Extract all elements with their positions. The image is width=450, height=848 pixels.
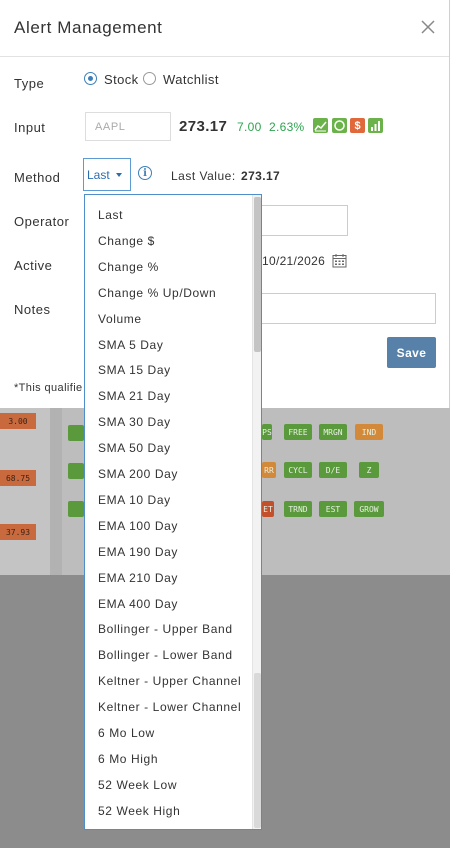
dropdown-option[interactable]: SMA 15 Day xyxy=(98,363,171,377)
background-badge: D/E xyxy=(319,462,347,478)
method-label: Method xyxy=(14,170,61,185)
dropdown-option[interactable]: EMA 210 Day xyxy=(98,571,178,585)
footnote: *This qualifie xyxy=(14,382,83,394)
background-badge: EST xyxy=(319,501,347,517)
dropdown-option[interactable]: EMA 190 Day xyxy=(98,545,178,559)
type-label: Type xyxy=(14,76,45,91)
dropdown-option[interactable]: SMA 21 Day xyxy=(98,389,171,403)
dropdown-option[interactable]: Bollinger - Lower Band xyxy=(98,648,233,662)
modal-title: Alert Management xyxy=(14,18,163,37)
background-divider xyxy=(50,385,62,575)
dropdown-option[interactable]: SMA 5 Day xyxy=(98,338,163,352)
dropdown-option[interactable]: 52 Week High xyxy=(98,804,180,818)
background-badge: ET xyxy=(262,501,274,517)
modal-header: Alert Management xyxy=(0,0,449,57)
dropdown-option[interactable]: Keltner - Lower Channel xyxy=(98,700,241,714)
background-price: 3.00 xyxy=(0,413,36,429)
dropdown-scrollbar-thumb[interactable] xyxy=(254,197,261,352)
dropdown-option[interactable]: EMA 400 Day xyxy=(98,597,178,611)
dropdown-option[interactable]: EMA 10 Day xyxy=(98,493,171,507)
dropdown-option[interactable]: Change $ xyxy=(98,234,155,248)
operator-label: Operator xyxy=(14,214,70,229)
notes-input[interactable] xyxy=(250,293,436,324)
input-label: Input xyxy=(14,120,46,135)
dropdown-scrollbar[interactable] xyxy=(252,195,261,829)
notes-label: Notes xyxy=(14,302,51,317)
watchlist-radio[interactable] xyxy=(143,72,156,85)
method-dropdown[interactable]: Last Change $ Change % Change % Up/Down Volu… xyxy=(84,194,262,830)
background-badge: Z xyxy=(359,462,379,478)
dollar-icon[interactable]: $ xyxy=(350,118,365,133)
method-select[interactable]: Last xyxy=(83,158,131,191)
method-select-value: Last xyxy=(87,167,110,182)
background-badge: TRND xyxy=(284,501,312,517)
active-label: Active xyxy=(14,258,53,273)
dropdown-option[interactable]: 6 Mo High xyxy=(98,752,158,766)
dropdown-option[interactable]: 52 Week Low xyxy=(98,778,177,792)
background-badge: IND xyxy=(355,424,383,440)
dropdown-option[interactable]: Change % xyxy=(98,260,159,274)
background-badge: GROW xyxy=(354,501,384,517)
bars-icon[interactable] xyxy=(368,118,383,133)
background-badge xyxy=(68,501,84,517)
last-value-label: Last Value: xyxy=(171,169,236,183)
background-price: 68.75 xyxy=(0,470,36,486)
dropdown-option[interactable]: SMA 50 Day xyxy=(98,441,171,455)
background-badge: CYCL xyxy=(284,462,312,478)
dropdown-option[interactable]: 6 Mo Low xyxy=(98,726,155,740)
background-badge: FREE xyxy=(284,424,312,440)
dropdown-option[interactable]: EMA 100 Day xyxy=(98,519,178,533)
background-badge: RR xyxy=(262,462,276,478)
background-badge xyxy=(68,463,84,479)
dropdown-option[interactable]: Volume xyxy=(98,312,142,326)
dropdown-scrollbar-thumb[interactable] xyxy=(254,673,261,828)
operator-value-input[interactable] xyxy=(250,205,348,236)
chevron-down-icon xyxy=(115,172,122,177)
symbol-input[interactable]: AAPL xyxy=(85,112,171,141)
background-badge xyxy=(68,425,84,441)
dropdown-option[interactable]: Last xyxy=(98,208,123,222)
dropdown-option[interactable]: Bollinger - Upper Band xyxy=(98,622,233,636)
price-change-percent: 2.63% xyxy=(269,120,305,134)
save-button[interactable]: Save xyxy=(387,337,436,368)
last-value: 273.17 xyxy=(241,169,281,183)
background-price: 37.93 xyxy=(0,524,36,540)
stock-radio[interactable] xyxy=(84,72,97,85)
last-price: 273.17 xyxy=(179,118,228,135)
chart-icon[interactable] xyxy=(313,118,328,133)
calendar-icon[interactable] xyxy=(332,253,347,268)
dropdown-option[interactable]: SMA 200 Day xyxy=(98,467,178,481)
background-badge: MRGN xyxy=(319,424,347,440)
close-icon[interactable] xyxy=(419,18,437,36)
background-badge: PS xyxy=(262,424,272,440)
dropdown-option[interactable]: SMA 30 Day xyxy=(98,415,171,429)
dropdown-option[interactable]: Change % Up/Down xyxy=(98,286,216,300)
watchlist-radio-label[interactable]: Watchlist xyxy=(163,72,219,87)
info-icon[interactable]: i xyxy=(138,166,152,180)
stock-radio-label[interactable]: Stock xyxy=(104,72,139,87)
circle-icon[interactable] xyxy=(332,118,347,133)
dropdown-option[interactable]: Keltner - Upper Channel xyxy=(98,674,241,688)
price-change: 7.00 xyxy=(237,120,262,134)
